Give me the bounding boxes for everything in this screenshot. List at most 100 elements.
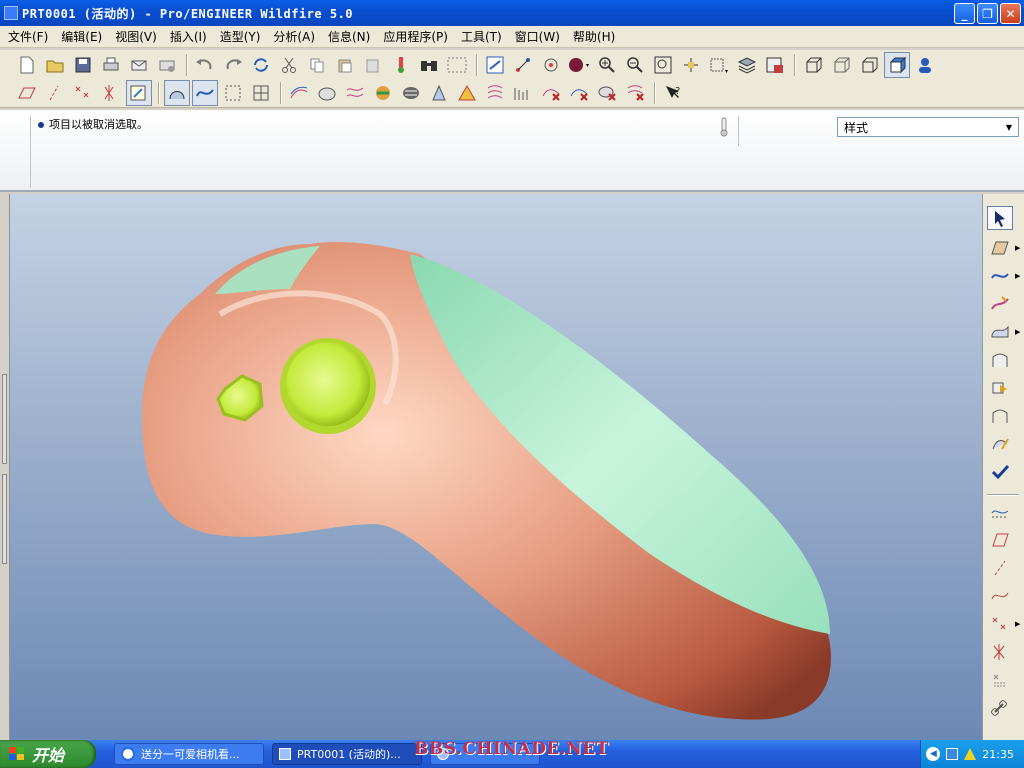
- redo-icon[interactable]: [220, 52, 246, 78]
- flyout-arrow-icon[interactable]: ▶: [1015, 244, 1020, 252]
- app-icon[interactable]: [4, 6, 18, 20]
- menu-insert[interactable]: 插入(I): [166, 28, 216, 45]
- checkmark-icon[interactable]: [987, 460, 1013, 484]
- curve-analysis-icon[interactable]: [286, 80, 312, 106]
- start-button[interactable]: 开始: [0, 740, 96, 768]
- style-surface-icon[interactable]: [164, 80, 190, 106]
- relations-icon[interactable]: [388, 52, 414, 78]
- surface-tool-icon[interactable]: [987, 320, 1013, 344]
- filter-select[interactable]: 样式 ▼: [837, 117, 1019, 137]
- tray-expand-icon[interactable]: ◀: [926, 747, 941, 761]
- view-manager-icon[interactable]: [762, 52, 788, 78]
- reflection-icon[interactable]: [398, 80, 424, 106]
- display-style-icon[interactable]: [482, 52, 508, 78]
- shaded-view-icon[interactable]: [884, 51, 910, 78]
- context-help-icon[interactable]: ?: [660, 80, 686, 106]
- curve-tool-icon[interactable]: [987, 264, 1013, 288]
- menu-help[interactable]: 帮助(H): [569, 28, 624, 45]
- datum-plane-tool-icon[interactable]: [987, 528, 1013, 552]
- splitter-handle[interactable]: [2, 474, 7, 564]
- menu-info[interactable]: 信息(N): [324, 28, 379, 45]
- select-arrow-icon[interactable]: [987, 206, 1013, 230]
- minimize-button[interactable]: _: [954, 3, 975, 24]
- restore-button[interactable]: ❐: [977, 3, 998, 24]
- select-box-icon[interactable]: [444, 52, 470, 78]
- analysis-tool-icon[interactable]: [987, 668, 1013, 692]
- menu-file[interactable]: 文件(F): [4, 28, 57, 45]
- regenerate-icon[interactable]: [248, 52, 274, 78]
- save-icon[interactable]: [70, 52, 96, 78]
- model-render[interactable]: [10, 194, 982, 740]
- boundary-surface-icon[interactable]: [987, 348, 1013, 372]
- open-folder-icon[interactable]: [42, 52, 68, 78]
- link-tool-icon[interactable]: [987, 696, 1013, 720]
- draft-analysis-icon[interactable]: [426, 80, 452, 106]
- find-icon[interactable]: [416, 52, 442, 78]
- slope-icon[interactable]: [454, 80, 480, 106]
- shading-icon[interactable]: [566, 52, 592, 78]
- grid-display-icon[interactable]: [248, 80, 274, 106]
- flyout-arrow-icon[interactable]: ▶: [1015, 272, 1020, 280]
- refit-icon[interactable]: [650, 52, 676, 78]
- paste-special-icon[interactable]: [360, 52, 386, 78]
- menu-applications[interactable]: 应用程序(P): [379, 28, 457, 45]
- flyout-arrow-icon[interactable]: ▶: [1015, 620, 1020, 628]
- saved-views-icon[interactable]: [706, 52, 732, 78]
- style-curve-icon[interactable]: [192, 80, 218, 106]
- new-file-icon[interactable]: [14, 52, 40, 78]
- datum-axis-tool-icon[interactable]: [987, 556, 1013, 580]
- left-splitter[interactable]: [0, 194, 10, 740]
- menu-analysis[interactable]: 分析(A): [269, 28, 324, 45]
- deviation-icon[interactable]: [342, 80, 368, 106]
- network-icon[interactable]: [946, 748, 959, 760]
- menu-style[interactable]: 造型(Y): [216, 28, 270, 45]
- surface-edit-icon[interactable]: [987, 432, 1013, 456]
- surface-connect-icon[interactable]: [987, 376, 1013, 400]
- mail-icon[interactable]: [126, 52, 152, 78]
- menu-window[interactable]: 窗口(W): [511, 28, 569, 45]
- menu-tools[interactable]: 工具(T): [457, 28, 511, 45]
- cut-icon[interactable]: [276, 52, 302, 78]
- surface-delete-icon[interactable]: [594, 80, 620, 106]
- curve-on-surface-icon[interactable]: [987, 292, 1013, 316]
- datum-point-tool-icon[interactable]: [987, 612, 1013, 636]
- paste-icon[interactable]: [332, 52, 358, 78]
- datum-csys-icon[interactable]: [98, 80, 124, 106]
- plane-tool-icon[interactable]: [987, 236, 1013, 260]
- surface-trim-icon[interactable]: [987, 404, 1013, 428]
- spin-center-icon[interactable]: [538, 52, 564, 78]
- offset-analysis-icon[interactable]: [314, 80, 340, 106]
- wireframe-icon[interactable]: [800, 52, 826, 78]
- grid-icon[interactable]: [220, 80, 246, 106]
- section-icon[interactable]: [482, 80, 508, 106]
- graphics-viewport[interactable]: [10, 194, 982, 740]
- reorient-icon[interactable]: [678, 52, 704, 78]
- hidden-line-icon[interactable]: [828, 52, 854, 78]
- warning-icon[interactable]: [964, 748, 977, 760]
- print-icon[interactable]: [98, 52, 124, 78]
- curve-delete-icon[interactable]: [538, 80, 564, 106]
- curvature-delete-icon[interactable]: [566, 80, 592, 106]
- sketch-icon[interactable]: [126, 80, 152, 106]
- model-tree-user-icon[interactable]: [912, 52, 938, 78]
- flyout-arrow-icon[interactable]: ▶: [1015, 328, 1020, 336]
- csys-tool-icon[interactable]: [987, 640, 1013, 664]
- datum-point-icon[interactable]: [70, 80, 96, 106]
- datum-display-icon[interactable]: [510, 52, 536, 78]
- zoom-in-icon[interactable]: [594, 52, 620, 78]
- menu-edit[interactable]: 编辑(E): [57, 28, 111, 45]
- layers-icon[interactable]: [734, 52, 760, 78]
- datum-axis-icon[interactable]: [42, 80, 68, 106]
- close-button[interactable]: ✕: [1000, 3, 1021, 24]
- menu-view[interactable]: 视图(V): [111, 28, 166, 45]
- undo-icon[interactable]: [192, 52, 218, 78]
- sketch-datum-curve-icon[interactable]: [987, 500, 1013, 524]
- datum-plane-icon[interactable]: [14, 80, 40, 106]
- large-button-face[interactable]: [286, 342, 370, 426]
- task-browser[interactable]: 送分一可爱相机看...: [114, 743, 264, 765]
- copy-icon[interactable]: [304, 52, 330, 78]
- dihedral-icon[interactable]: [510, 80, 536, 106]
- section-delete-icon[interactable]: [622, 80, 648, 106]
- curvature-icon[interactable]: [370, 80, 396, 106]
- mail-attach-icon[interactable]: [154, 52, 180, 78]
